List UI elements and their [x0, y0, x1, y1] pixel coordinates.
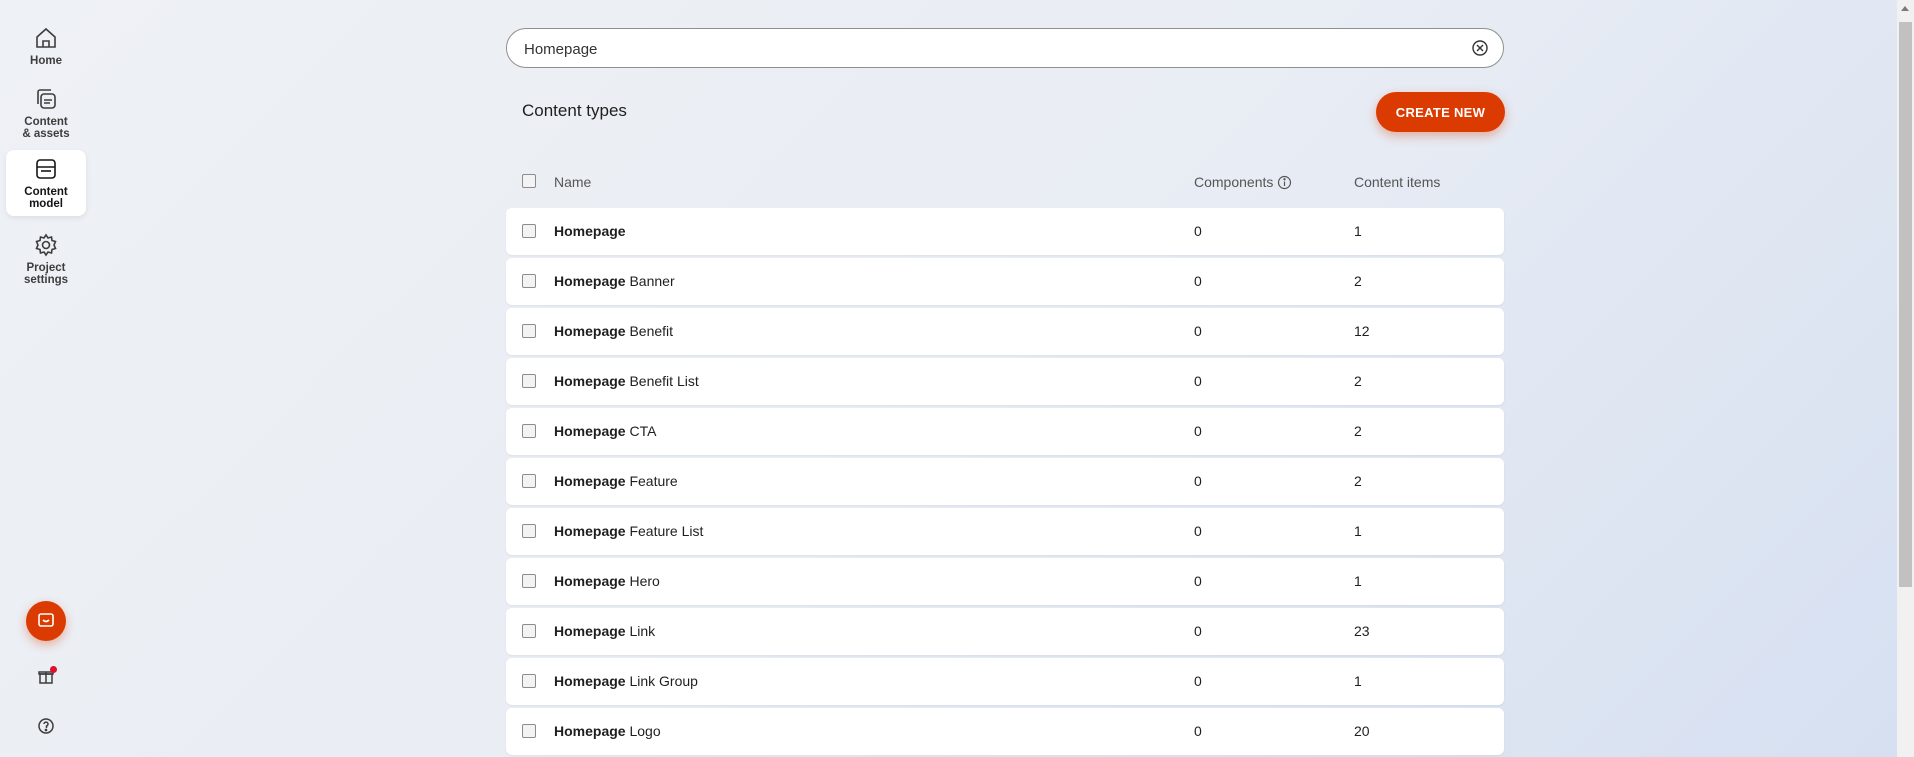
- table-row[interactable]: Homepage Hero 0 1: [506, 558, 1504, 605]
- row-content-items: 2: [1354, 273, 1362, 289]
- info-icon[interactable]: [1277, 175, 1292, 190]
- nav-item-project-settings[interactable]: Project settings: [6, 226, 86, 292]
- row-checkbox[interactable]: [522, 724, 536, 738]
- column-header-components-label: Components: [1194, 174, 1274, 190]
- create-new-button[interactable]: CREATE NEW: [1376, 92, 1505, 132]
- column-header-content-items: Content items: [1354, 174, 1441, 190]
- row-checkbox[interactable]: [522, 324, 536, 338]
- home-icon: [36, 27, 56, 48]
- row-components: 0: [1194, 673, 1202, 689]
- nav-item-content-model-label: Content model: [24, 186, 68, 210]
- select-all-checkbox[interactable]: [522, 174, 536, 188]
- row-name: Homepage Logo: [554, 723, 661, 739]
- row-checkbox[interactable]: [522, 424, 536, 438]
- row-content-items: 2: [1354, 423, 1362, 439]
- nav-item-content-assets-label: Content & assets: [22, 116, 70, 140]
- scroll-up-arrow-icon[interactable]: [1901, 6, 1909, 11]
- row-name: Homepage Hero: [554, 573, 660, 589]
- help-button[interactable]: [26, 706, 66, 746]
- row-components: 0: [1194, 223, 1202, 239]
- row-name: Homepage Benefit: [554, 323, 674, 339]
- row-name: Homepage Benefit List: [554, 373, 699, 389]
- content-assets-icon: [37, 89, 56, 109]
- nav-item-content-model[interactable]: Content model: [6, 150, 86, 216]
- row-components: 0: [1194, 373, 1202, 389]
- row-name: Homepage Banner: [554, 273, 675, 289]
- row-checkbox[interactable]: [522, 574, 536, 588]
- sidebar-nav: Home Content & assets Content model Proj…: [0, 0, 92, 757]
- search-input[interactable]: [522, 29, 1446, 69]
- row-checkbox[interactable]: [522, 474, 536, 488]
- row-components: 0: [1194, 523, 1202, 539]
- row-content-items: 2: [1354, 473, 1362, 489]
- row-checkbox[interactable]: [522, 674, 536, 688]
- row-content-items: 2: [1354, 373, 1362, 389]
- row-content-items: 1: [1354, 673, 1362, 689]
- row-content-items: 1: [1354, 523, 1362, 539]
- column-header-name[interactable]: Name: [554, 174, 591, 190]
- row-content-items: 1: [1354, 223, 1362, 239]
- table-row[interactable]: Homepage CTA 0 2: [506, 408, 1504, 455]
- help-icon: [38, 718, 54, 734]
- row-name: Homepage Feature: [554, 473, 678, 489]
- table-row[interactable]: Homepage 0 1: [506, 208, 1504, 255]
- nav-item-home[interactable]: Home: [6, 14, 86, 78]
- row-components: 0: [1194, 273, 1202, 289]
- search-field[interactable]: [506, 28, 1504, 69]
- row-checkbox[interactable]: [522, 524, 536, 538]
- row-content-items: 23: [1354, 623, 1370, 639]
- row-content-items: 1: [1354, 573, 1362, 589]
- whats-new-button[interactable]: [26, 656, 66, 696]
- chat-button[interactable]: [26, 601, 66, 641]
- gear-icon: [35, 233, 57, 257]
- row-content-items: 20: [1354, 723, 1370, 739]
- row-name: Homepage CTA: [554, 423, 657, 439]
- row-checkbox[interactable]: [522, 374, 536, 388]
- row-checkbox[interactable]: [522, 274, 536, 288]
- row-components: 0: [1194, 473, 1202, 489]
- row-content-items: 12: [1354, 323, 1370, 339]
- vertical-scrollbar[interactable]: [1897, 0, 1914, 757]
- nav-item-content-assets[interactable]: Content & assets: [6, 78, 86, 148]
- row-name: Homepage Link: [554, 623, 656, 639]
- table-row[interactable]: Homepage Feature List 0 1: [506, 508, 1504, 555]
- scrollbar-thumb[interactable]: [1899, 22, 1912, 587]
- table-row[interactable]: Homepage Link 0 23: [506, 608, 1504, 655]
- row-name: Homepage: [554, 223, 626, 239]
- table-row[interactable]: Homepage Benefit List 0 2: [506, 358, 1504, 405]
- row-components: 0: [1194, 423, 1202, 439]
- page-title: Content types: [522, 101, 627, 120]
- clear-search-icon[interactable]: [1471, 39, 1489, 57]
- row-components: 0: [1194, 723, 1202, 739]
- table-row[interactable]: Homepage Logo 0 20: [506, 708, 1504, 755]
- table-header: Name Components Content items: [506, 168, 1504, 196]
- table-row[interactable]: Homepage Benefit 0 12: [506, 308, 1504, 355]
- row-name: Homepage Link Group: [554, 673, 698, 689]
- row-checkbox[interactable]: [522, 624, 536, 638]
- content-model-icon: [36, 159, 56, 179]
- table-row[interactable]: Homepage Banner 0 2: [506, 258, 1504, 305]
- column-header-components: Components: [1194, 174, 1292, 190]
- table-row[interactable]: Homepage Link Group 0 1: [506, 658, 1504, 705]
- nav-item-home-label: Home: [30, 55, 62, 67]
- row-components: 0: [1194, 573, 1202, 589]
- row-components: 0: [1194, 623, 1202, 639]
- row-name: Homepage Feature List: [554, 523, 704, 539]
- notification-dot: [50, 666, 57, 673]
- row-checkbox[interactable]: [522, 224, 536, 238]
- nav-item-project-settings-label: Project settings: [23, 262, 69, 286]
- chat-icon: [38, 613, 54, 627]
- row-components: 0: [1194, 323, 1202, 339]
- table-row[interactable]: Homepage Feature 0 2: [506, 458, 1504, 505]
